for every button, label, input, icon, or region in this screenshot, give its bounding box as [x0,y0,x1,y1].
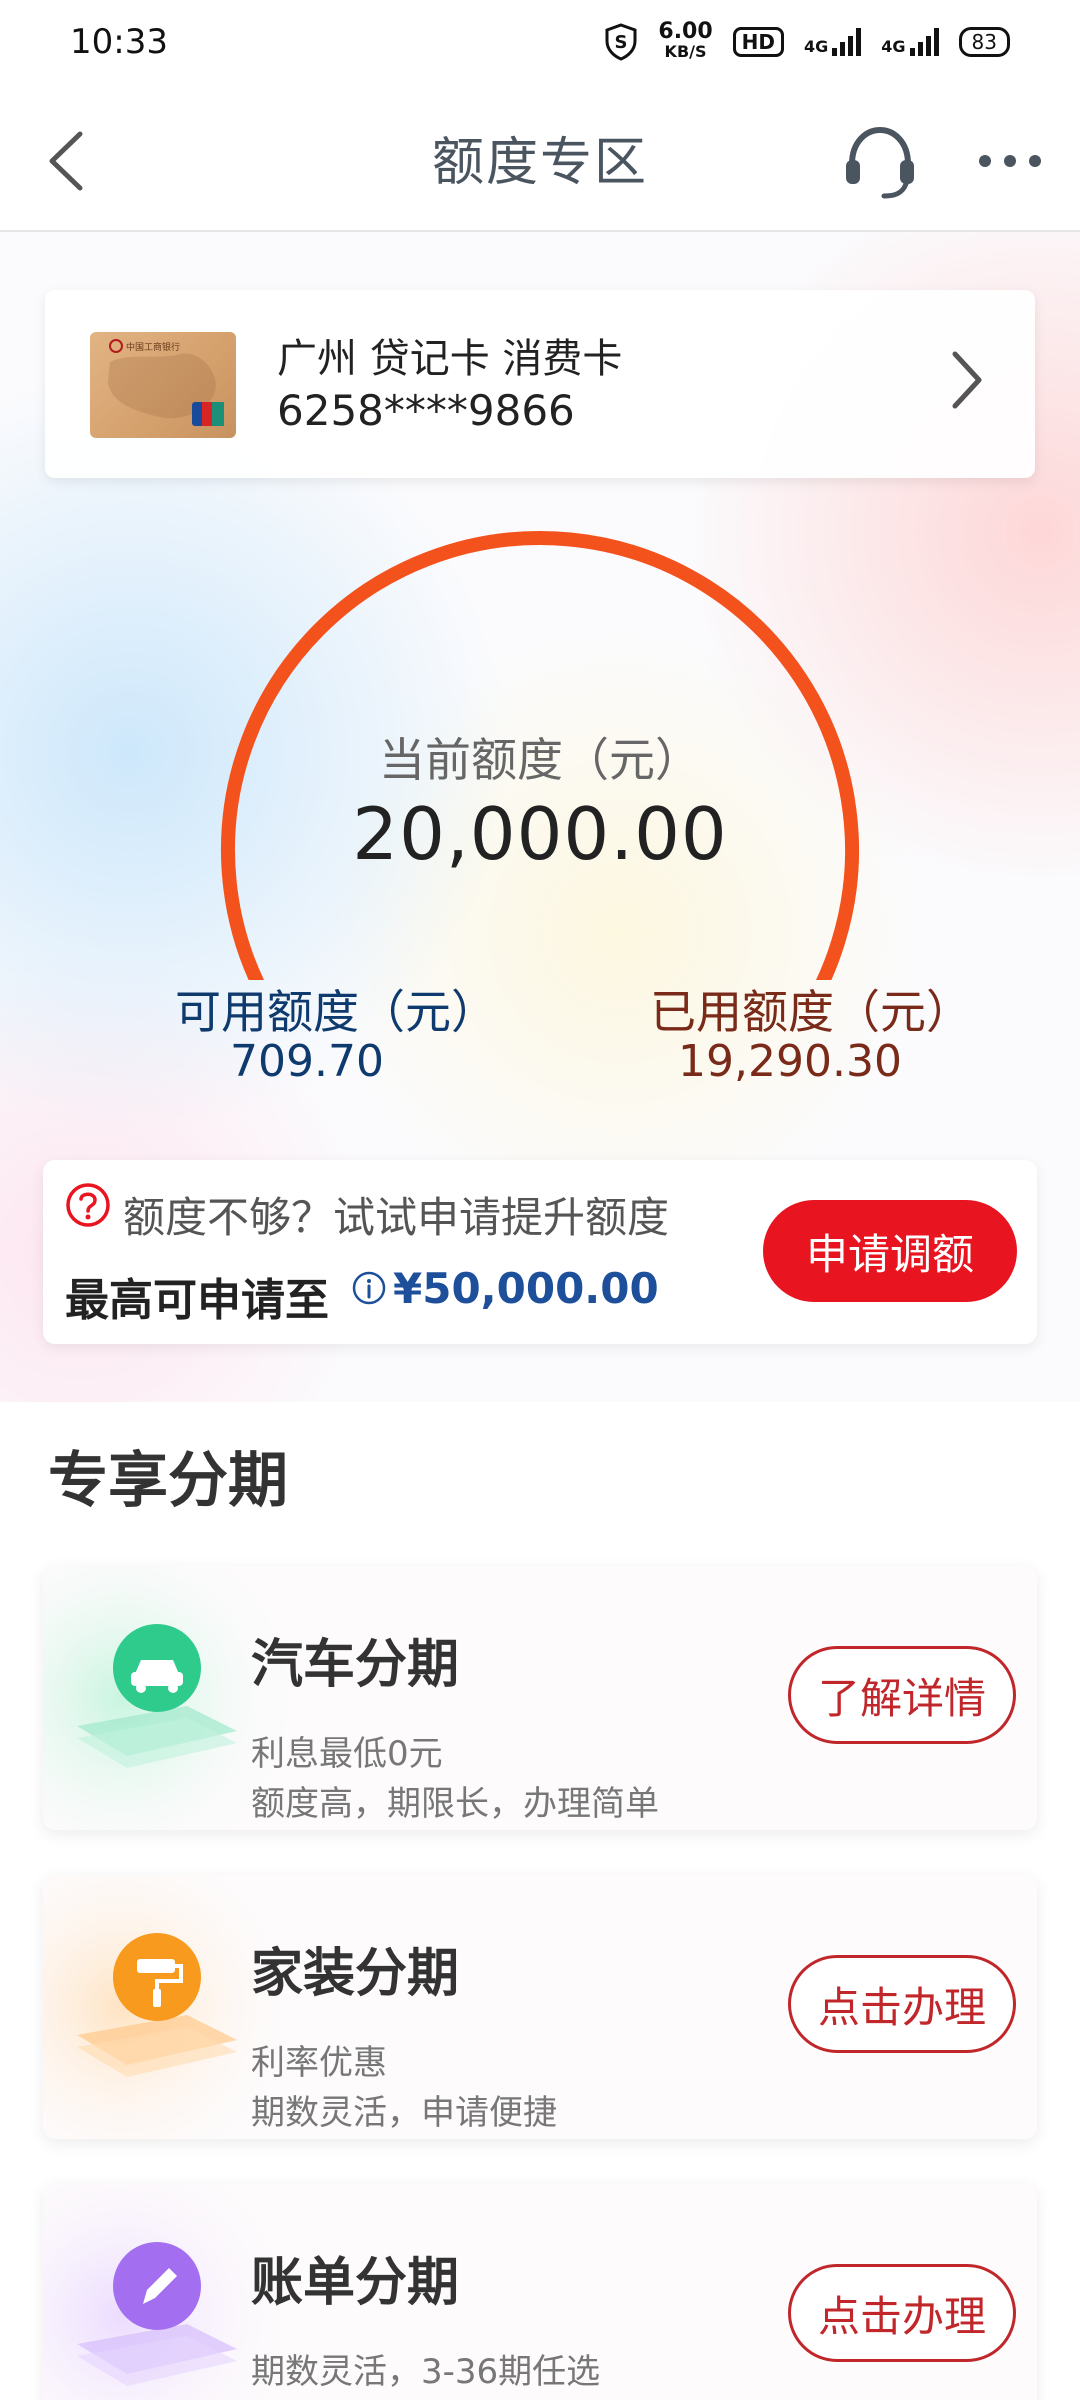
card-name: 广州 贷记卡 消费卡 [277,336,623,382]
battery-level: 83 [971,30,997,54]
used-quota-label: 已用额度（元） [650,985,972,1039]
promo-card-bill[interactable]: 账单分期 期数灵活，3-36期任选 点击办理 [43,2184,1037,2400]
promo-line2: 额度高，期限长，办理简单 [251,1784,659,1824]
promo-title: 家装分期 [251,1944,460,2004]
question-circle-icon [66,1183,110,1227]
info-icon[interactable] [351,1270,387,1306]
top-nav: 额度专区 [0,84,1080,232]
battery-icon: 83 [958,27,1010,57]
promo-line1: 利率优惠 [251,2043,387,2083]
signal-bars-icon [832,28,862,56]
chevron-right-icon [952,351,982,409]
total-quota-label: 当前额度（元） [379,733,701,787]
status-time: 10:33 [70,22,168,62]
signal-label-1: 4G [804,37,829,56]
page-title: 额度专区 [431,132,648,193]
more-dots-icon[interactable] [975,136,1045,186]
learn-more-button[interactable]: 了解详情 [788,1646,1016,1744]
max-apply-amount: ¥50,000.00 [393,1264,659,1313]
pencil-icon [77,2242,237,2386]
apply-button[interactable]: 点击办理 [788,2264,1016,2362]
max-apply-label: 最高可申请至 [65,1275,329,1326]
promo-card-car[interactable]: 汽车分期 利息最低0元 额度高，期限长，办理简单 了解详情 [43,1566,1037,1830]
card-number: 6258****9866 [277,386,575,435]
net-speed: 6.00 KB/S [658,19,713,62]
increase-quota-panel: 额度不够？试试申请提升额度 最高可申请至 ¥50,000.00 申请调额 [43,1160,1037,1344]
signal-bars-icon [909,28,939,56]
promo-title: 账单分期 [251,2253,460,2313]
status-bar: 10:33 S 6.00 KB/S HD 4G 4G 83 [0,0,1080,84]
card-selector[interactable]: 中国工商银行 广州 贷记卡 消费卡 6258****9866 [45,290,1035,478]
card-face-graphic: 中国工商银行 [108,339,224,426]
used-quota-value: 19,290.30 [678,1036,902,1087]
promo-line1: 利息最低0元 [251,1734,443,1774]
net-speed-unit: KB/S [664,42,707,61]
available-quota-label: 可用额度（元） [175,985,497,1039]
paint-roller-icon [77,1933,237,2077]
signal-label-2: 4G [881,37,906,56]
increase-prompt: 额度不够？试试申请提升额度 [123,1193,670,1242]
section-title: 专享分期 [48,1446,288,1516]
svg-text:S: S [615,32,628,53]
signal-4g-2: 4G [881,28,939,56]
status-icons: S 6.00 KB/S HD 4G 4G 83 [604,19,1010,62]
chevron-left-icon[interactable] [40,126,100,196]
hd-badge: HD [732,27,785,57]
vpn-shield-icon: S [605,23,637,61]
car-icon [77,1624,237,1768]
apply-button[interactable]: 点击办理 [788,1955,1016,2053]
total-quota-value: 20,000.00 [352,792,728,876]
card-bank-text: 中国工商银行 [126,341,180,353]
signal-4g-1: 4G [804,28,862,56]
apply-increase-button[interactable]: 申请调额 [763,1200,1017,1302]
net-speed-value: 6.00 [658,19,713,44]
promo-line1: 期数灵活，3-36期任选 [251,2352,601,2392]
credit-card-image: 中国工商银行 [90,332,236,438]
promo-line2: 期数灵活，申请便捷 [251,2093,557,2133]
promo-title: 汽车分期 [251,1635,460,1695]
promo-card-home[interactable]: 家装分期 利率优惠 期数灵活，申请便捷 点击办理 [43,1875,1037,2139]
available-quota-value: 709.70 [230,1036,384,1087]
headset-icon[interactable] [840,122,920,202]
